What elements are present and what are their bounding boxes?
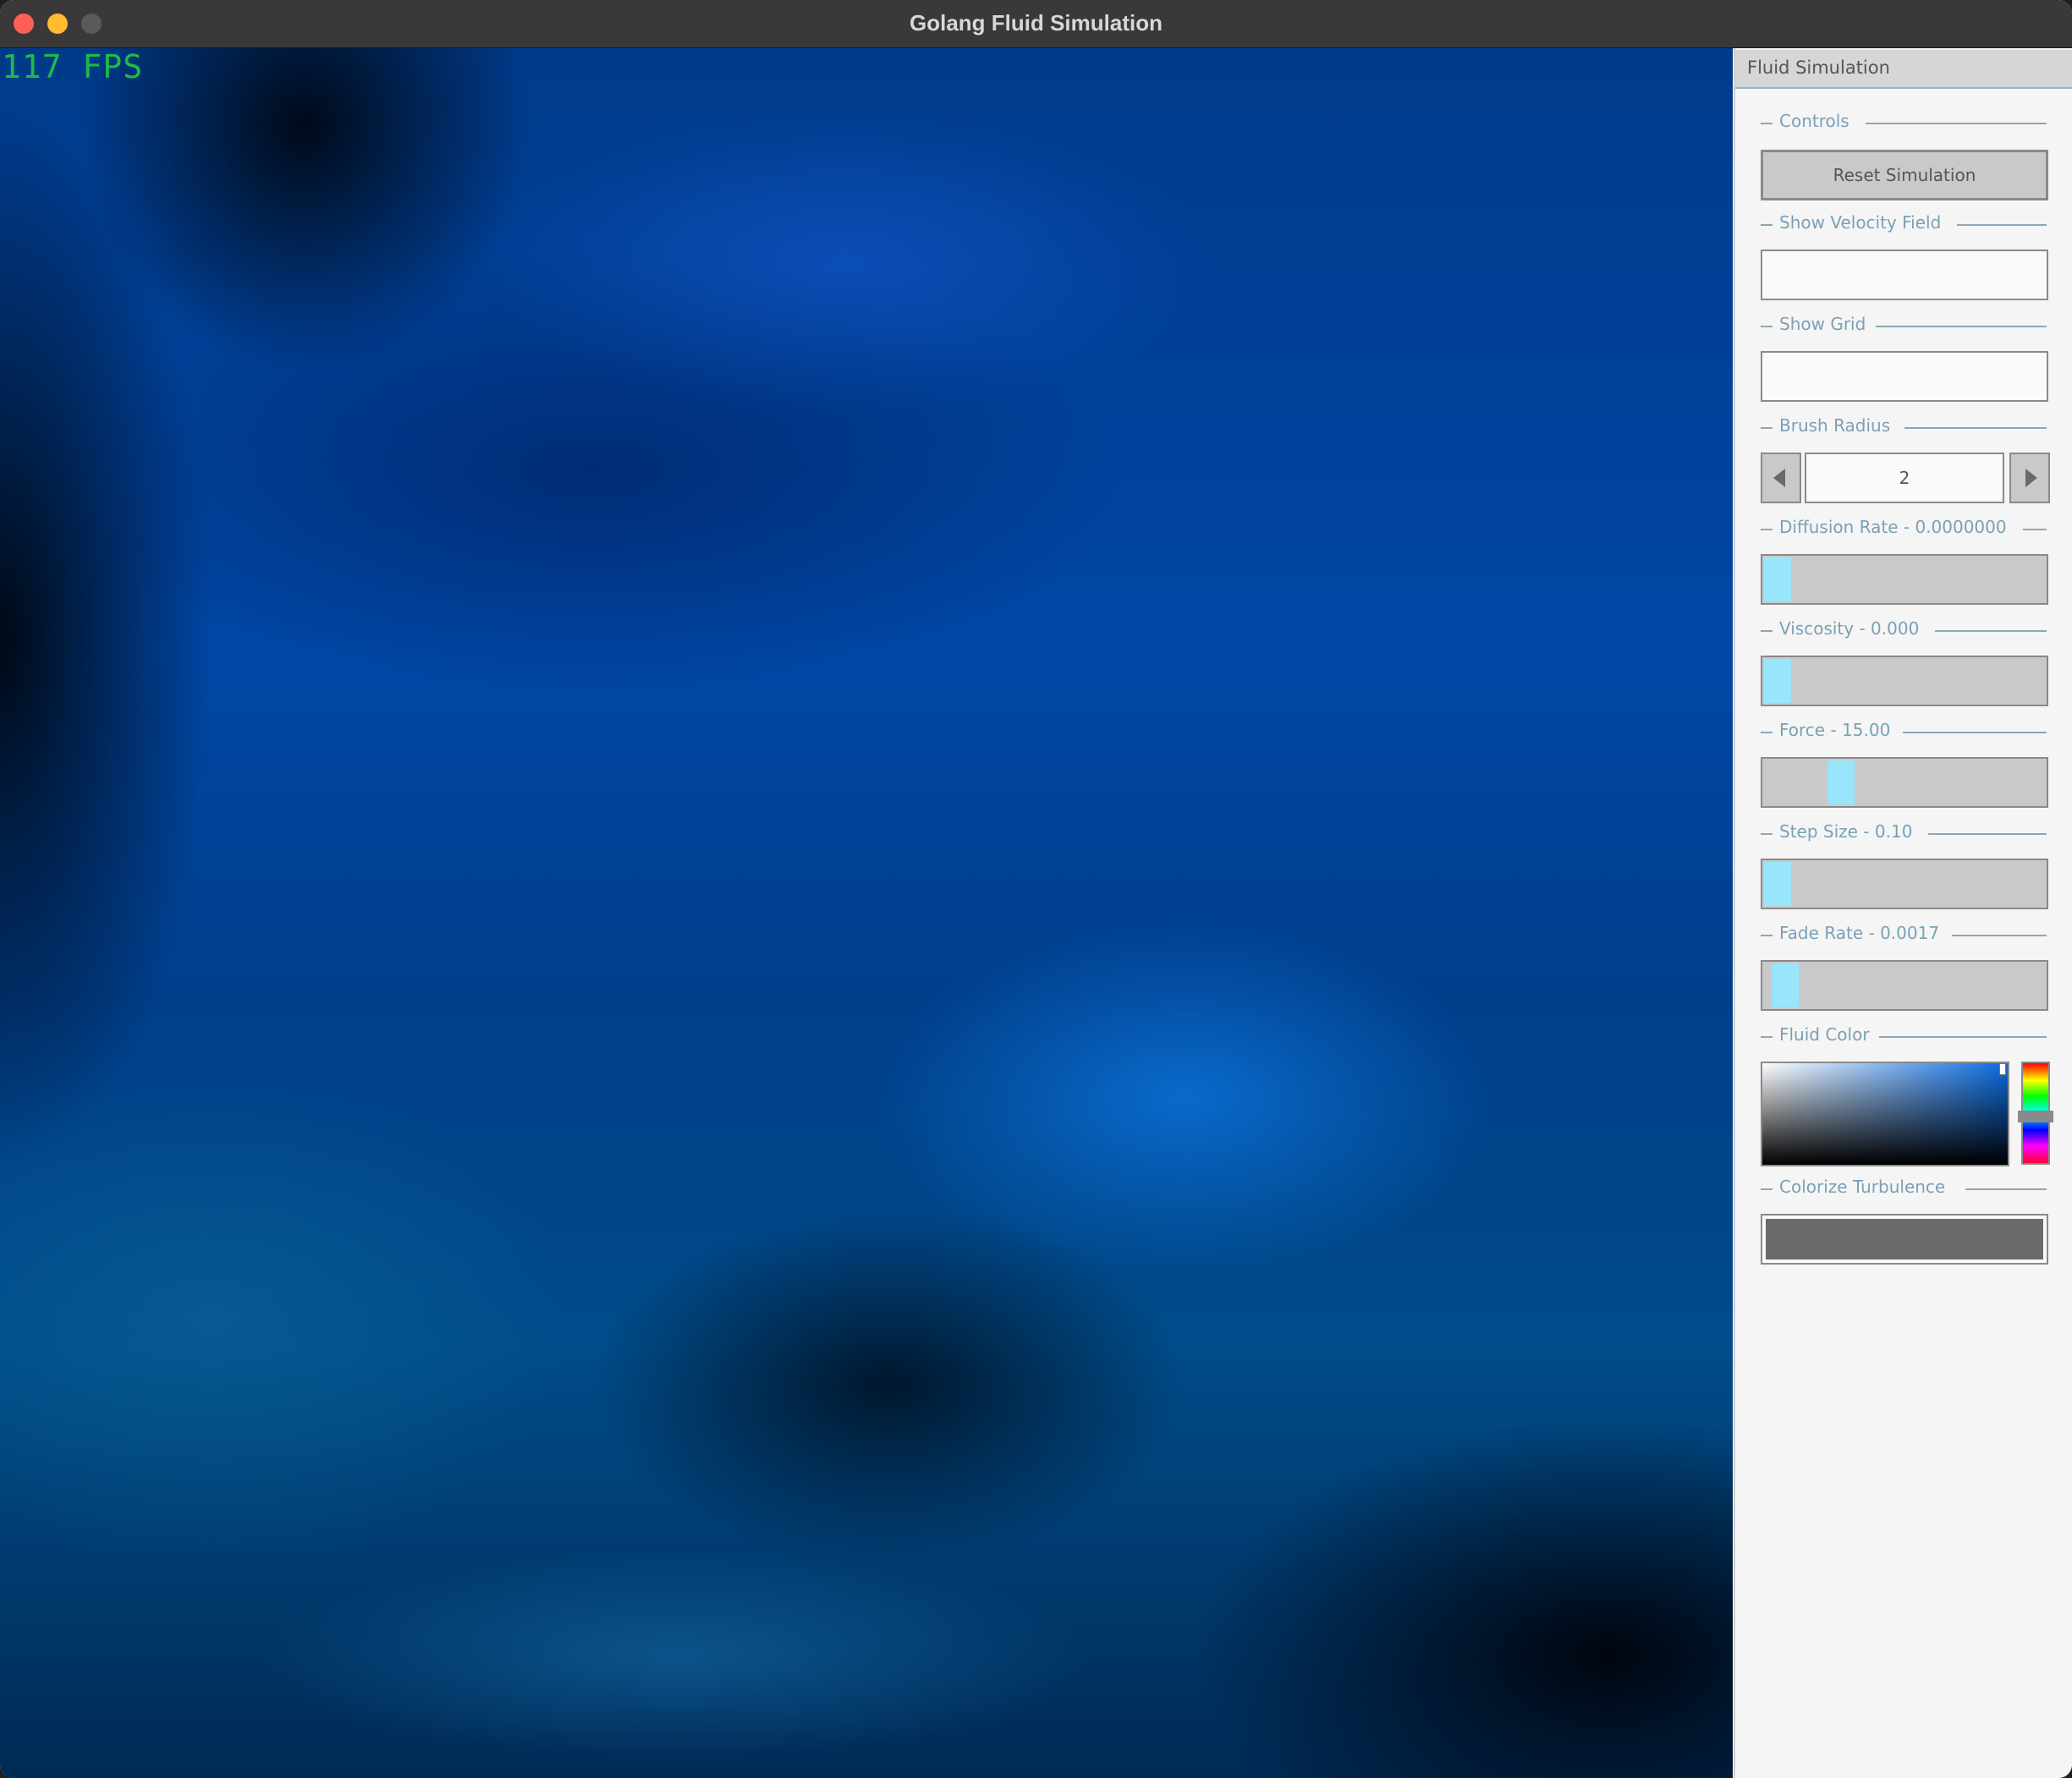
step-size-slider[interactable] bbox=[1761, 859, 2048, 909]
section-fluid-color: Fluid Color bbox=[1761, 1024, 2047, 1045]
hue-slider-thumb[interactable] bbox=[2018, 1111, 2053, 1122]
saturation-value-area[interactable] bbox=[1762, 1063, 2008, 1165]
force-slider[interactable] bbox=[1761, 757, 2048, 808]
diffusion-rate-slider-thumb[interactable] bbox=[1764, 557, 1791, 601]
viscosity-label: Viscosity - 0.000 bbox=[1779, 618, 1920, 639]
fade-rate-slider-thumb[interactable] bbox=[1772, 963, 1799, 1007]
section-brush-radius: Brush Radius bbox=[1761, 415, 2047, 436]
fluid-canvas[interactable]: 117 FPS bbox=[0, 48, 1733, 1778]
arrow-right-icon bbox=[2025, 469, 2037, 487]
fade-rate-label: Fade Rate - 0.0017 bbox=[1779, 923, 1940, 943]
section-viscosity: Viscosity - 0.000 bbox=[1761, 618, 2047, 639]
checkbox-checked-fill bbox=[1766, 1219, 2043, 1259]
show-grid-checkbox[interactable] bbox=[1761, 351, 2048, 402]
color-picker-cursor[interactable] bbox=[1999, 1063, 2006, 1075]
step-size-slider-thumb[interactable] bbox=[1764, 862, 1791, 906]
section-diffusion-rate: Diffusion Rate - 0.0000000 bbox=[1761, 517, 2047, 537]
panel-header: Fluid Simulation bbox=[1735, 50, 2072, 89]
section-show-grid: Show Grid bbox=[1761, 314, 2047, 334]
viscosity-slider[interactable] bbox=[1761, 656, 2048, 706]
show-velocity-checkbox[interactable] bbox=[1761, 250, 2048, 300]
hue-slider[interactable] bbox=[2018, 1062, 2053, 1165]
section-show-velocity: Show Velocity Field bbox=[1761, 212, 2047, 233]
arrow-left-icon bbox=[1773, 469, 1785, 487]
app-window: Golang Fluid Simulation 117 FPS Fluid Si… bbox=[0, 0, 2072, 1778]
force-slider-thumb[interactable] bbox=[1827, 760, 1855, 804]
controls-label: Controls bbox=[1779, 111, 1849, 131]
fade-rate-slider[interactable] bbox=[1761, 960, 2048, 1011]
panel-title: Fluid Simulation bbox=[1747, 58, 1890, 78]
brush-radius-label: Brush Radius bbox=[1779, 415, 1891, 436]
brush-radius-value[interactable]: 2 bbox=[1805, 453, 2004, 503]
section-colorize-turbulence: Colorize Turbulence bbox=[1761, 1177, 2047, 1197]
colorize-turbulence-label: Colorize Turbulence bbox=[1779, 1177, 1946, 1197]
fps-counter: 117 FPS bbox=[2, 48, 144, 85]
viscosity-slider-thumb[interactable] bbox=[1764, 659, 1791, 703]
brush-radius-spinner: 2 bbox=[1761, 453, 2050, 503]
diffusion-rate-label: Diffusion Rate - 0.0000000 bbox=[1779, 517, 2007, 537]
title-bar: Golang Fluid Simulation bbox=[0, 0, 2072, 48]
brush-radius-increment-button[interactable] bbox=[2009, 453, 2050, 503]
diffusion-rate-slider[interactable] bbox=[1761, 554, 2048, 605]
section-force: Force - 15.00 bbox=[1761, 720, 2047, 740]
fluid-color-label: Fluid Color bbox=[1779, 1024, 1870, 1045]
section-step-size: Step Size - 0.10 bbox=[1761, 821, 2047, 842]
section-fade-rate: Fade Rate - 0.0017 bbox=[1761, 923, 2047, 943]
reset-simulation-button[interactable]: Reset Simulation bbox=[1761, 150, 2048, 200]
section-controls: Controls bbox=[1761, 111, 2047, 131]
brush-radius-decrement-button[interactable] bbox=[1761, 453, 1801, 503]
show-grid-label: Show Grid bbox=[1779, 314, 1866, 334]
colorize-turbulence-checkbox[interactable] bbox=[1761, 1214, 2048, 1265]
step-size-label: Step Size - 0.10 bbox=[1779, 821, 1913, 842]
window-title: Golang Fluid Simulation bbox=[910, 10, 1162, 36]
show-velocity-label: Show Velocity Field bbox=[1779, 212, 1942, 233]
color-picker-saturation-value[interactable] bbox=[1761, 1062, 2009, 1166]
force-label: Force - 15.00 bbox=[1779, 720, 1891, 740]
settings-panel: Fluid Simulation Controls Reset Simulati… bbox=[1734, 48, 2072, 1778]
